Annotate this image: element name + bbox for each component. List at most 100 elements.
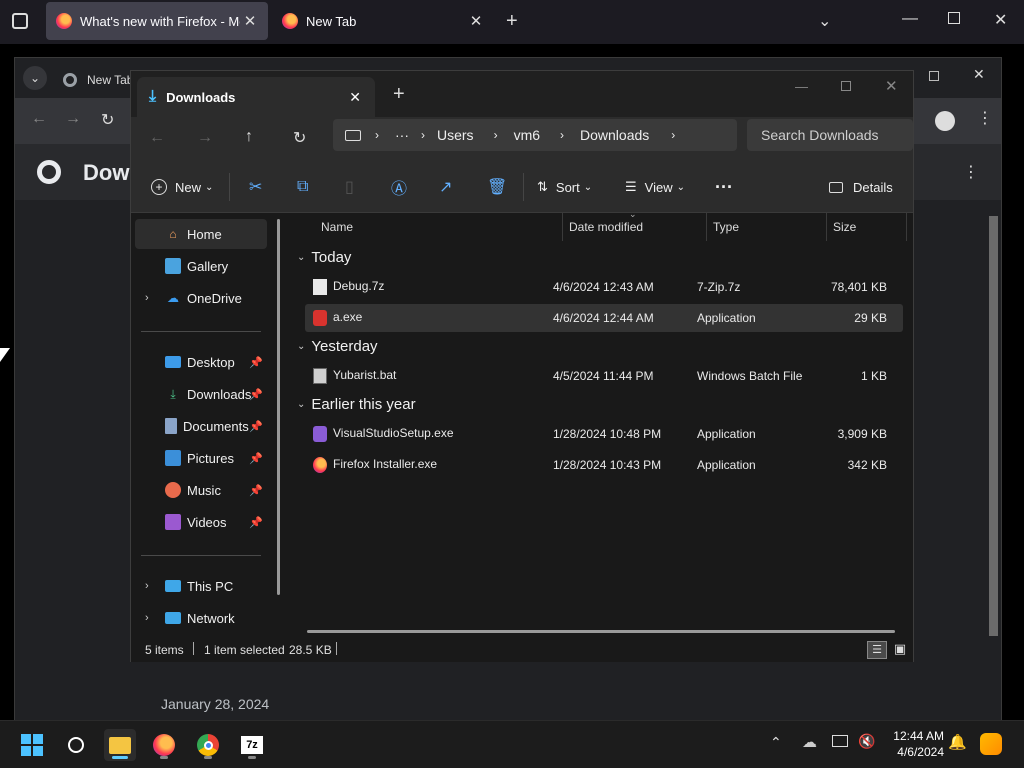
file-row[interactable]: Yubarist.bat 4/5/2024 11:44 PM Windows B… [305, 362, 903, 390]
firefox-tab-new-tab[interactable]: New Tab ✕ [272, 2, 494, 40]
show-hidden-icons-chevron[interactable]: ⌃ [770, 734, 782, 751]
chevron-right-icon[interactable]: › [145, 292, 149, 304]
minimize-button[interactable]: — [795, 79, 808, 94]
details-view-icon[interactable]: ☰ [867, 641, 887, 659]
maximize-button[interactable] [948, 12, 960, 24]
page-menu-icon[interactable]: ⋮ [963, 162, 979, 182]
start-button[interactable] [16, 729, 48, 761]
new-tab-button[interactable]: + [506, 10, 518, 33]
nav-item-downloads[interactable]: ⤓ Downloads 📌 [135, 379, 267, 409]
maximize-button[interactable] [929, 71, 939, 81]
group-header-today[interactable]: ⌄ Today [297, 245, 351, 269]
menu-icon[interactable]: ⋮ [977, 108, 993, 128]
pin-icon[interactable]: 📌 [249, 420, 263, 433]
search-box[interactable]: Search Downloads [747, 119, 913, 151]
pin-icon[interactable]: 📌 [249, 484, 263, 497]
group-header-earlier-this-year[interactable]: ⌄ Earlier this year [297, 392, 416, 416]
explorer-tab-downloads[interactable]: ⤓ Downloads ✕ [137, 77, 375, 117]
file-row-selected[interactable]: a.exe 4/6/2024 12:44 AM Application 29 K… [305, 304, 903, 332]
chrome-tab[interactable]: New Tab [59, 64, 133, 96]
nav-item-desktop[interactable]: Desktop 📌 [135, 347, 267, 377]
new-button[interactable]: + New ⌄ [151, 161, 213, 213]
search-input[interactable]: Search Downloads [761, 127, 879, 143]
taskbar-firefox[interactable] [148, 729, 180, 761]
file-row[interactable]: VisualStudioSetup.exe 1/28/2024 10:48 PM… [305, 420, 903, 448]
close-tab-icon[interactable]: ✕ [240, 12, 260, 30]
file-row[interactable]: Firefox Installer.exe 1/28/2024 10:43 PM… [305, 451, 903, 479]
nav-item-pictures[interactable]: Pictures 📌 [135, 443, 267, 473]
breadcrumb-downloads[interactable]: Downloads [580, 127, 649, 143]
back-icon[interactable]: ← [149, 129, 165, 147]
nav-scrollbar[interactable] [277, 219, 280, 595]
tab-search-button[interactable]: ⌄ [23, 66, 47, 90]
close-tab-icon[interactable]: ✕ [466, 12, 486, 30]
back-icon[interactable]: ← [31, 110, 47, 128]
column-header-name[interactable]: Name [315, 213, 563, 241]
column-header-size[interactable]: Size [827, 213, 907, 241]
list-tabs-chevron-icon[interactable]: ⌄ [818, 11, 831, 31]
cut-icon[interactable]: ✂ [249, 161, 262, 213]
search-button[interactable] [60, 729, 92, 761]
pin-icon[interactable]: 📌 [249, 452, 263, 465]
file-name: Yubarist.bat [333, 368, 397, 383]
taskbar-file-explorer[interactable] [104, 729, 136, 761]
volume-muted-icon[interactable]: 🔇 [858, 733, 875, 750]
scrollbar-thumb[interactable] [989, 216, 998, 636]
nav-item-home[interactable]: ⌂ Home [135, 219, 267, 249]
close-tab-icon[interactable]: ✕ [349, 89, 361, 106]
copy-icon[interactable]: ⧉ [297, 161, 308, 213]
breadcrumb-vm6[interactable]: vm6 [514, 127, 540, 143]
minimize-button[interactable]: — [902, 10, 918, 28]
close-window-button[interactable]: ✕ [994, 10, 1007, 30]
nav-item-documents[interactable]: Documents 📌 [135, 411, 267, 441]
network-icon[interactable] [832, 735, 848, 747]
chevron-right-icon[interactable]: › [145, 580, 149, 592]
refresh-icon[interactable]: ↻ [293, 128, 306, 148]
new-tab-button[interactable]: + [393, 83, 405, 106]
reload-icon[interactable]: ↻ [101, 110, 114, 130]
nav-item-onedrive[interactable]: › ☁ OneDrive [135, 283, 267, 313]
see-more-icon[interactable]: ··· [715, 161, 733, 213]
rename-icon[interactable]: Ⓐ [391, 161, 407, 213]
copilot-icon[interactable] [980, 733, 1002, 755]
horizontal-scrollbar[interactable] [307, 630, 895, 633]
pin-icon[interactable]: 📌 [249, 388, 263, 401]
notification-bell-icon[interactable]: 🔔 [948, 733, 967, 751]
close-window-button[interactable]: ✕ [885, 77, 898, 95]
group-header-yesterday[interactable]: ⌄ Yesterday [297, 334, 378, 358]
forward-icon[interactable]: → [197, 129, 213, 147]
close-window-button[interactable]: ✕ [973, 66, 985, 83]
tiles-view-icon[interactable]: ▣ [891, 641, 909, 659]
firefox-tab-whats-new[interactable]: What's new with Firefox - More ✕ [46, 2, 268, 40]
address-bar[interactable]: › ··· › Users › vm6 › Downloads › [333, 119, 737, 151]
profile-icon[interactable] [935, 111, 955, 131]
nav-item-network[interactable]: › Network [135, 603, 267, 633]
nav-item-this-pc[interactable]: › This PC [135, 571, 267, 601]
sort-button[interactable]: ⇅ Sort ⌄ [537, 161, 592, 213]
file-name-cell: Firefox Installer.exe [313, 457, 437, 473]
maximize-button[interactable] [841, 81, 851, 91]
onedrive-offline-icon[interactable]: ☁ [802, 733, 817, 751]
pin-icon[interactable]: 📌 [249, 356, 263, 369]
pin-icon[interactable]: 📌 [249, 516, 263, 529]
file-row[interactable]: Debug.7z 4/6/2024 12:43 AM 7-Zip.7z 78,4… [305, 273, 903, 301]
up-icon[interactable]: ↑ [245, 128, 253, 146]
clock[interactable]: 12:44 AM 4/6/2024 [884, 728, 944, 760]
nav-item-music[interactable]: Music 📌 [135, 475, 267, 505]
paste-icon[interactable]: ▯ [345, 161, 354, 213]
more-icon[interactable]: ··· [395, 127, 409, 143]
taskbar-chrome[interactable] [192, 729, 224, 761]
share-icon[interactable]: ↗ [439, 161, 452, 213]
details-button[interactable]: Details [829, 161, 893, 213]
view-button[interactable]: ☰ View ⌄ [625, 161, 685, 213]
nav-item-gallery[interactable]: Gallery [135, 251, 267, 281]
scrollbar[interactable] [986, 204, 1000, 644]
nav-item-videos[interactable]: Videos 📌 [135, 507, 267, 537]
delete-icon[interactable]: 🗑 [487, 161, 507, 213]
forward-icon[interactable]: → [65, 110, 81, 128]
breadcrumb-users[interactable]: Users [437, 127, 474, 143]
column-header-type[interactable]: Type [707, 213, 827, 241]
taskbar-7zip[interactable]: 7z [236, 729, 268, 761]
chevron-right-icon[interactable]: › [145, 612, 149, 624]
tab-list-icon[interactable] [12, 13, 28, 29]
